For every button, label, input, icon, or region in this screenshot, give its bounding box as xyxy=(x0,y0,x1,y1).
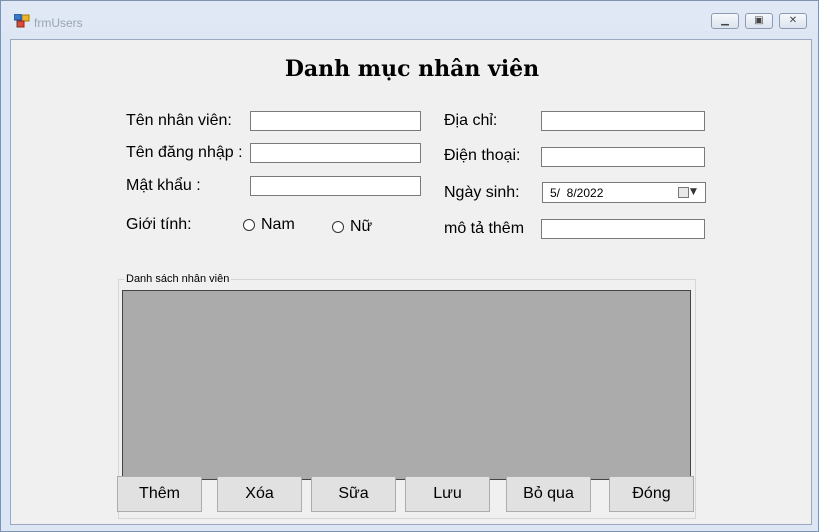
page-title: Danh mục nhân viên xyxy=(284,56,540,82)
gioi-tinh-label: Giới tính: xyxy=(126,216,192,233)
maximize-button[interactable]: ▣ xyxy=(745,13,773,29)
dong-button[interactable]: Đóng xyxy=(609,476,694,512)
mat-khau-label: Mật khẩu : xyxy=(126,177,201,194)
window: frmUsers ▁ ▣ ✕ Danh mục nhân viên Tên nh… xyxy=(0,0,819,532)
window-title: frmUsers xyxy=(34,16,83,30)
them-button[interactable]: Thêm xyxy=(117,476,202,512)
ten-dang-nhap-label: Tên đăng nhập : xyxy=(126,144,243,161)
employee-list-group-label: Danh sách nhân viên xyxy=(124,273,232,285)
sua-button[interactable]: Sữa xyxy=(311,476,396,512)
employee-data-grid[interactable] xyxy=(122,290,691,480)
minimize-button[interactable]: ▁ xyxy=(711,13,739,29)
app-icon xyxy=(14,14,30,28)
gender-option-label: Nữ xyxy=(350,218,373,235)
calendar-icon[interactable] xyxy=(678,187,689,198)
dien-thoai-label: Điện thoại: xyxy=(444,147,521,164)
luu-button[interactable]: Lưu xyxy=(405,476,490,512)
form-client-area: Danh mục nhân viên Tên nhân viên: Tên đă… xyxy=(10,39,812,525)
title-bar[interactable]: frmUsers ▁ ▣ ✕ xyxy=(1,1,818,31)
close-button[interactable]: ✕ xyxy=(779,13,807,29)
minimize-icon: ▁ xyxy=(721,15,729,26)
xoa-button[interactable]: Xóa xyxy=(217,476,302,512)
close-icon: ✕ xyxy=(788,15,798,26)
ten-nhan-vien-label: Tên nhân viên: xyxy=(126,112,232,129)
dropdown-arrow-icon[interactable]: ▼ xyxy=(690,187,697,197)
radio-circle-icon xyxy=(243,219,255,231)
bo-qua-button[interactable]: Bỏ qua xyxy=(506,476,591,512)
ngay-sinh-label: Ngày sinh: xyxy=(444,184,520,201)
mat-khau-field[interactable] xyxy=(250,176,421,196)
gender-radio-nam[interactable]: Nam xyxy=(243,216,295,234)
maximize-icon: ▣ xyxy=(754,15,764,26)
ten-dang-nhap-field[interactable] xyxy=(250,143,421,163)
ten-nhan-vien-field[interactable] xyxy=(250,111,421,131)
ngay-sinh-date-picker[interactable]: 5/ 8/2022 ▼ xyxy=(542,182,706,203)
dia-chi-field[interactable] xyxy=(541,111,705,131)
dien-thoai-field[interactable] xyxy=(541,147,705,167)
gender-option-label: Nam xyxy=(261,216,295,233)
gender-radio-nu[interactable]: Nữ xyxy=(332,218,372,236)
dia-chi-label: Địa chỉ: xyxy=(444,112,498,129)
mo-ta-them-field[interactable] xyxy=(541,219,705,239)
date-value: 5/ 8/2022 xyxy=(550,186,604,200)
mo-ta-them-label: mô tả thêm xyxy=(444,220,525,237)
radio-circle-icon xyxy=(332,221,344,233)
